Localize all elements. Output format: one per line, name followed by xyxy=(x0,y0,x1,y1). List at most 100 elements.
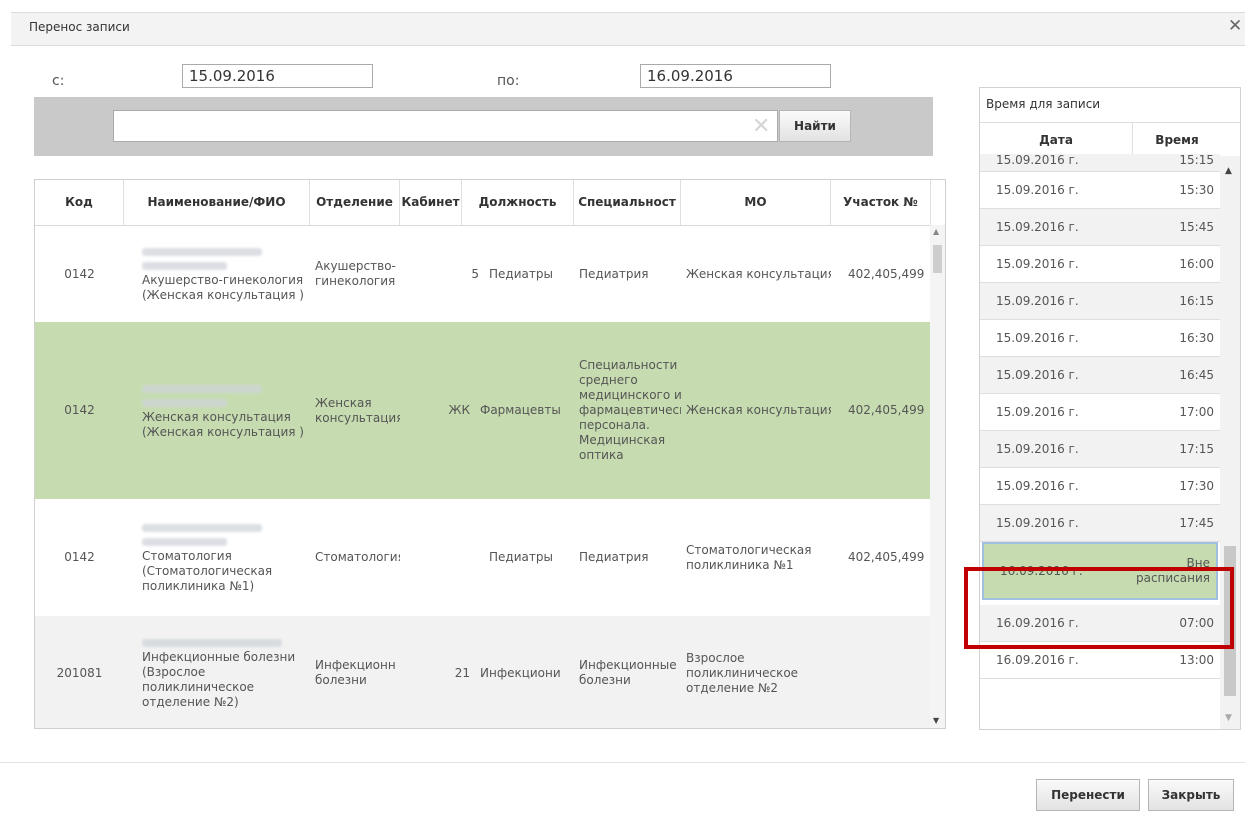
table-row[interactable]: 0142 Стоматология (Стоматологическая пол… xyxy=(35,499,931,617)
time-slot-row[interactable]: 15.09.2016 г. 17:45 xyxy=(980,505,1220,542)
col-name[interactable]: Наименование/ФИО xyxy=(124,180,310,225)
table-row[interactable]: 0142 Акушерство-гинекология (Женская кон… xyxy=(35,226,931,323)
slot-date: 15.09.2016 г. xyxy=(996,153,1079,167)
redacted-name xyxy=(142,262,227,270)
slot-time: 16:45 xyxy=(1179,368,1214,382)
redacted-name xyxy=(142,248,262,256)
cell-department: Женская консультация xyxy=(315,395,400,425)
cell-name-text: Инфекционные болезни (Взрослое поликлини… xyxy=(142,650,296,709)
cell-department: Инфекционн болезни xyxy=(315,658,396,687)
col-mo[interactable]: МО xyxy=(681,180,831,225)
col-department[interactable]: Отделение xyxy=(310,180,400,225)
cell-specialty: Инфекционные болезни xyxy=(579,658,677,687)
cell-name-text: Акушерство-гинекология (Женская консульт… xyxy=(142,273,304,302)
slot-date: 15.09.2016 г. xyxy=(996,479,1079,493)
col-sector[interactable]: Участок № xyxy=(831,180,931,225)
cell-code: 0142 xyxy=(64,550,95,564)
specialists-table: Код Наименование/ФИО Отделение Кабинет Д… xyxy=(34,179,946,729)
title-bar xyxy=(11,12,1245,46)
clear-search-icon[interactable]: ✕ xyxy=(752,114,770,139)
slot-time: 15:30 xyxy=(1179,183,1214,197)
scroll-up-icon[interactable]: ▲ xyxy=(933,227,939,236)
dialog-header: Перенос записи ✕ xyxy=(0,0,1245,64)
time-slot-row[interactable]: 15.09.2016 г. 15:30 xyxy=(980,172,1220,209)
slot-date: 15.09.2016 г. xyxy=(996,405,1079,419)
col-code[interactable]: Код xyxy=(35,180,124,225)
cell-specialty: Педиатрия xyxy=(579,550,649,564)
slot-date: 15.09.2016 г. xyxy=(996,183,1079,197)
time-slot-row[interactable]: 15.09.2016 г. 16:45 xyxy=(980,357,1220,394)
slot-time: 17:30 xyxy=(1179,479,1214,493)
cell-sector: 402,405,499 xyxy=(848,550,925,564)
transfer-button[interactable]: Перенести xyxy=(1036,779,1140,811)
cell-position: Педиатры xyxy=(489,266,553,281)
cell-cabinet: 21 xyxy=(454,665,470,680)
highlight-frame xyxy=(964,567,1234,649)
time-slot-row[interactable]: 15.09.2016 г. 15:15 xyxy=(980,154,1220,172)
cell-department: Акушерство-гинекология xyxy=(315,259,396,288)
cell-code: 0142 xyxy=(64,266,95,281)
table-row-selected[interactable]: 0142 Женская консультация (Женская консу… xyxy=(35,322,931,499)
search-input[interactable] xyxy=(113,110,778,142)
cell-cabinet: ЖК xyxy=(448,403,470,417)
time-slot-row[interactable]: 15.09.2016 г. 17:00 xyxy=(980,394,1220,431)
cell-position: Педиатры xyxy=(489,550,553,564)
cell-mo: Взрослое поликлиническое отделение №2 xyxy=(686,650,799,695)
scroll-up-icon[interactable]: ▲ xyxy=(1225,166,1232,176)
scroll-down-icon[interactable]: ▼ xyxy=(1225,713,1232,723)
time-slot-row[interactable]: 15.09.2016 г. 16:30 xyxy=(980,320,1220,357)
time-slot-row[interactable]: 15.09.2016 г. 17:30 xyxy=(980,468,1220,505)
cell-mo: Стоматологическая поликлиника №1 xyxy=(686,542,812,572)
slot-date: 15.09.2016 г. xyxy=(996,331,1079,345)
cell-name: Стоматология (Стоматологическая поликлин… xyxy=(124,499,310,616)
from-date-input[interactable]: 15.09.2016 xyxy=(182,64,373,88)
col-position[interactable]: Должность xyxy=(462,180,574,225)
cell-sector: 402,405,499 xyxy=(848,266,925,281)
time-slot-row[interactable]: 15.09.2016 г. 16:15 xyxy=(980,283,1220,320)
close-icon[interactable]: ✕ xyxy=(1228,16,1242,36)
time-slot-row[interactable]: 15.09.2016 г. 16:00 xyxy=(980,246,1220,283)
redacted-name xyxy=(142,398,227,407)
cell-mo: Женская консультация xyxy=(686,266,831,281)
table-scrollbar[interactable]: ▲ ▼ xyxy=(930,225,945,728)
slot-time: 15:15 xyxy=(1179,153,1214,167)
close-button[interactable]: Закрыть xyxy=(1148,779,1234,811)
cell-position: Инфекциони xyxy=(480,665,561,680)
scroll-down-icon[interactable]: ▼ xyxy=(933,716,939,725)
cell-name: Женская консультация (Женская консультац… xyxy=(124,322,310,499)
from-label: с: xyxy=(52,73,65,89)
slot-time: 16:30 xyxy=(1179,331,1214,345)
slot-time: 16:00 xyxy=(1179,257,1214,271)
time-slot-row[interactable]: 15.09.2016 г. 17:15 xyxy=(980,431,1220,468)
cell-sector: 402,405,499 xyxy=(848,403,925,417)
redacted-name xyxy=(142,384,262,393)
find-button[interactable]: Найти xyxy=(779,110,851,142)
col-specialty[interactable]: Специальност xyxy=(574,180,681,225)
footer-divider xyxy=(0,762,1245,763)
cell-specialty: Педиатрия xyxy=(579,266,649,281)
table-row[interactable]: 201081 Инфекционные болезни (Взрослое по… xyxy=(35,616,931,728)
to-label: по: xyxy=(497,73,520,89)
redacted-name xyxy=(142,538,227,546)
slot-date: 15.09.2016 г. xyxy=(996,257,1079,271)
redacted-name xyxy=(142,639,282,647)
cell-name-text: Стоматология (Стоматологическая поликлин… xyxy=(142,549,273,593)
cell-code: 201081 xyxy=(56,665,103,680)
time-panel-title: Время для записи xyxy=(986,97,1101,111)
slot-date: 15.09.2016 г. xyxy=(996,294,1079,308)
to-date-input[interactable]: 16.09.2016 xyxy=(640,64,831,88)
time-slot-row[interactable]: 15.09.2016 г. 15:45 xyxy=(980,209,1220,246)
col-cabinet[interactable]: Кабинет xyxy=(400,180,462,225)
col-time[interactable]: Время xyxy=(1132,123,1221,157)
cell-cabinet: 5 xyxy=(471,266,479,281)
cell-name: Акушерство-гинекология (Женская консульт… xyxy=(124,226,310,322)
cell-position: Фармацевты xyxy=(480,403,561,417)
cell-cabinet xyxy=(400,499,484,616)
col-date[interactable]: Дата xyxy=(980,123,1132,157)
slot-time: 17:45 xyxy=(1179,516,1214,530)
slot-date: 15.09.2016 г. xyxy=(996,220,1079,234)
slot-time: 17:00 xyxy=(1179,405,1214,419)
cell-department: Стоматология xyxy=(315,550,400,564)
redacted-name xyxy=(142,524,262,532)
scroll-thumb[interactable] xyxy=(933,245,942,273)
